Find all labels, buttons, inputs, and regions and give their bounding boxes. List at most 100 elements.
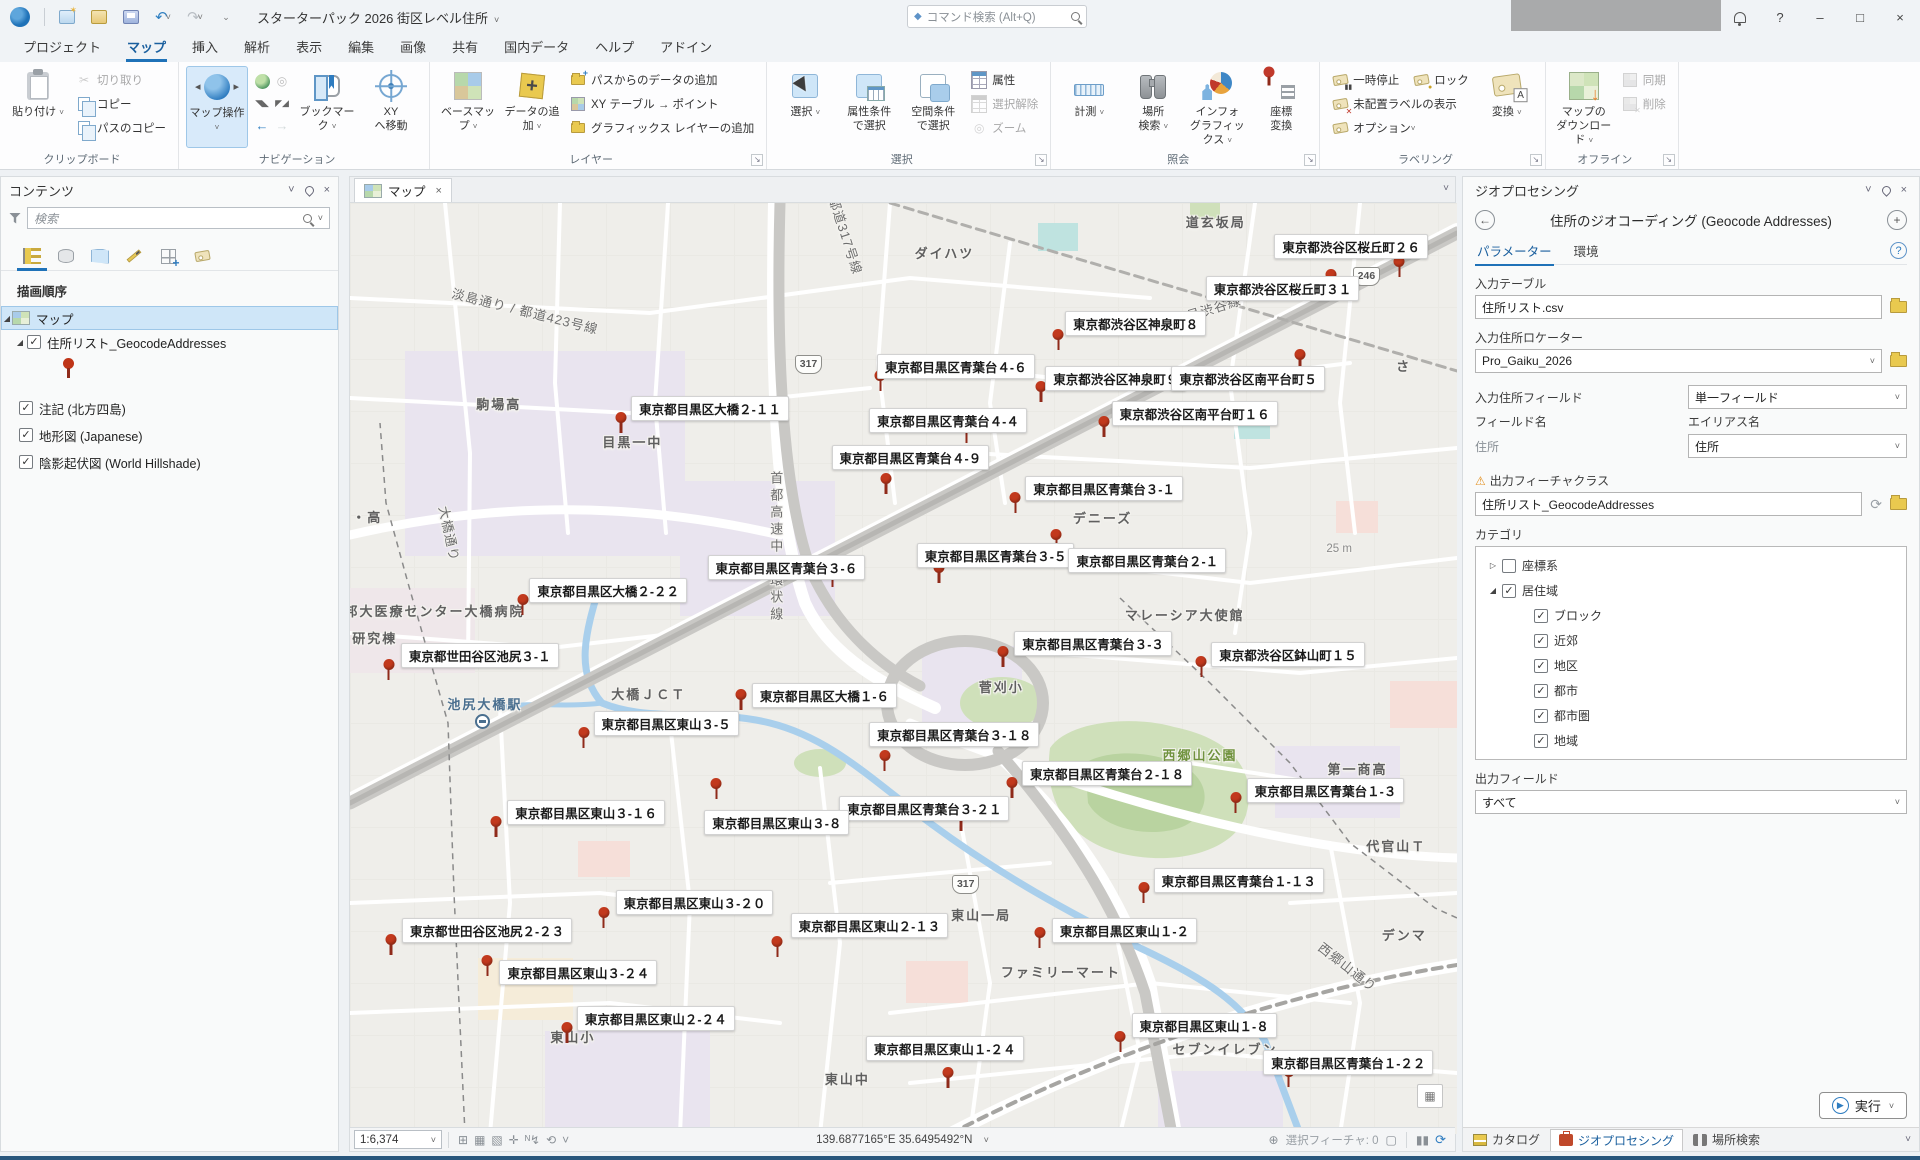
group-dialog-launcher-icon[interactable]: ↘ <box>1035 154 1047 166</box>
category-checkbox[interactable]: ✓ <box>1534 634 1548 648</box>
locator-select[interactable]: Pro_Gaiku_2026˅ <box>1475 349 1882 373</box>
category-checkbox[interactable] <box>1502 559 1516 573</box>
map-pin[interactable] <box>1196 656 1207 678</box>
tab-list-by-data-source[interactable] <box>49 242 83 270</box>
map-pin[interactable] <box>1230 792 1241 814</box>
ribbon-tab-6[interactable]: 画像 <box>387 33 439 62</box>
coordinates-readout[interactable]: 139.6877165°E 35.6495492°N ˅ <box>816 1134 989 1146</box>
ribbon-tab-2[interactable]: 挿入 <box>179 33 231 62</box>
run-button[interactable]: ▶ 実行 ˅ <box>1819 1092 1907 1119</box>
customize-toolbar-button[interactable]: ⌄ <box>215 6 239 28</box>
clear-selection-icon[interactable]: ▢ <box>1386 1133 1397 1147</box>
layer-row-map[interactable]: ◢ マップ <box>1 306 338 330</box>
close-panel-icon[interactable]: × <box>324 184 330 196</box>
ribbon-tab-4[interactable]: 表示 <box>283 33 335 62</box>
attributes-button[interactable]: 属性 <box>967 68 1042 92</box>
map-pin[interactable] <box>616 412 627 434</box>
go-to-xy-button[interactable]: XYへ移動 <box>360 66 422 148</box>
add-to-model-icon[interactable]: + <box>1887 210 1907 230</box>
crosshair-tool-icon[interactable]: ✛ <box>509 1133 519 1147</box>
scale-select[interactable]: 1:6,374 ˅ <box>354 1130 442 1149</box>
pin-panel-icon[interactable] <box>303 184 316 197</box>
input-table-field[interactable]: 住所リスト.csv <box>1475 295 1882 319</box>
tab-list-by-drawing-order[interactable] <box>15 242 49 270</box>
minimize-button[interactable]: – <box>1800 2 1840 32</box>
fixed-zoom-out-icon[interactable]: ◤◢ <box>275 98 289 109</box>
chevron-down-icon[interactable]: ˅ <box>494 15 499 25</box>
group-dialog-launcher-icon[interactable]: ↘ <box>1530 154 1542 166</box>
help-button[interactable]: ? <box>1760 2 1800 32</box>
ribbon-tab-9[interactable]: ヘルプ <box>582 33 647 62</box>
group-dialog-launcher-icon[interactable]: ↘ <box>1663 154 1675 166</box>
ribbon-tab-7[interactable]: 共有 <box>439 33 491 62</box>
map-pin[interactable] <box>1394 256 1405 278</box>
layer-checkbox[interactable]: ✓ <box>19 401 33 415</box>
map-pin[interactable] <box>998 646 1009 668</box>
layer-checkbox[interactable]: ✓ <box>19 428 33 442</box>
category-row[interactable]: ✓近郊 <box>1480 628 1902 653</box>
map-pin[interactable] <box>1034 927 1045 949</box>
full-extent-icon[interactable] <box>255 74 270 89</box>
ribbon-tab-10[interactable]: アドイン <box>647 33 725 62</box>
map-pin[interactable] <box>942 1067 953 1089</box>
map-canvas[interactable]: ▦ 東京都渋谷区桜丘町２６東京都渋谷区桜丘町３１東京都渋谷区神泉町８東京都渋谷区… <box>350 203 1457 1134</box>
map-pin[interactable] <box>1053 329 1064 351</box>
download-map-button[interactable]: マップのダウンロード ˅ <box>1553 66 1615 148</box>
tab-catalog[interactable]: カタログ <box>1465 1129 1548 1151</box>
group-dialog-launcher-icon[interactable]: ↘ <box>751 154 763 166</box>
layer-row-topo[interactable]: ✓ 地形図 (Japanese) <box>1 423 338 447</box>
bookmarks-button[interactable]: ブックマーク ˅ <box>296 66 358 148</box>
map-pin[interactable] <box>598 907 609 929</box>
output-feature-class-field[interactable]: 住所リスト_GeocodeAddresses <box>1475 492 1862 516</box>
browse-folder-icon[interactable] <box>1890 301 1907 313</box>
category-row[interactable]: ✓都市 <box>1480 678 1902 703</box>
expander-icon[interactable]: ▷ <box>1486 561 1500 570</box>
new-project-button[interactable] <box>55 6 79 28</box>
maximize-button[interactable]: □ <box>1840 2 1880 32</box>
browse-folder-icon[interactable] <box>1890 498 1907 510</box>
map-pin[interactable] <box>879 750 890 772</box>
map-pin[interactable] <box>772 936 783 958</box>
xy-table-to-point-button[interactable]: XY テーブル → ポイント <box>566 92 758 116</box>
ribbon-tab-3[interactable]: 解析 <box>231 33 283 62</box>
layer-checkbox[interactable]: ✓ <box>19 455 33 469</box>
locate-button[interactable]: 場所検索 ˅ <box>1122 66 1184 148</box>
chevron-down-icon[interactable]: ˅ <box>288 184 294 196</box>
ribbon-tab-1[interactable]: マップ <box>114 33 179 62</box>
map-view-tab[interactable]: マップ × <box>354 178 452 202</box>
copy-button[interactable]: コピー <box>72 92 170 116</box>
chevron-down-icon[interactable]: ˅ <box>1905 1134 1911 1145</box>
previous-extent-icon[interactable]: ← <box>256 118 269 133</box>
category-row[interactable]: ✓都市圏 <box>1480 703 1902 728</box>
close-panel-icon[interactable]: × <box>1901 184 1907 196</box>
layer-checkbox[interactable]: ✓ <box>27 335 41 349</box>
contents-search-input[interactable]: 検索 ˅ <box>27 207 330 229</box>
map-pin[interactable] <box>517 594 528 616</box>
chevron-down-icon[interactable]: ˅ <box>562 1133 569 1147</box>
category-checkbox[interactable]: ✓ <box>1534 734 1548 748</box>
layer-row-hillshade[interactable]: ✓ 陰影起伏図 (World Hillshade) <box>1 450 338 474</box>
environment-override-icon[interactable]: ⟳ <box>1870 496 1882 513</box>
add-data-from-path-button[interactable]: +パスからのデータの追加 <box>566 68 758 92</box>
save-project-button[interactable] <box>119 6 143 28</box>
pin-panel-icon[interactable] <box>1880 184 1893 197</box>
map-pin[interactable] <box>385 934 396 956</box>
labeling-options-button[interactable]: オプション ˅ <box>1328 116 1473 140</box>
infographics-button[interactable]: インフォグラフィックス ˅ <box>1186 66 1248 148</box>
output-fields-select[interactable]: すべて˅ <box>1475 790 1907 814</box>
category-checkbox[interactable]: ✓ <box>1502 584 1516 598</box>
explore-button[interactable]: マップ操作 ˅ <box>186 66 248 148</box>
tab-list-by-snapping[interactable] <box>151 242 185 270</box>
address-fields-select[interactable]: 単一フィールド˅ <box>1688 385 1907 409</box>
refresh-tool-icon[interactable]: ⟲ <box>546 1133 556 1147</box>
north-arrow-icon[interactable]: ᴺ↯ <box>525 1133 540 1147</box>
category-row[interactable]: ◢✓居住域 <box>1480 578 1902 603</box>
add-data-button[interactable]: +データの追加 ˅ <box>501 66 563 148</box>
category-checkbox[interactable]: ✓ <box>1534 609 1548 623</box>
tab-geoprocessing[interactable]: ジオプロセシング <box>1550 1129 1683 1151</box>
category-row[interactable]: ✓地区 <box>1480 653 1902 678</box>
fixed-zoom-in-icon[interactable]: ◥◣ <box>255 98 269 109</box>
ribbon-tab-5[interactable]: 編集 <box>335 33 387 62</box>
chevron-down-icon[interactable]: ˅ <box>1889 1101 1894 1111</box>
coordinate-conversion-button[interactable]: 座標変換 <box>1250 66 1312 148</box>
